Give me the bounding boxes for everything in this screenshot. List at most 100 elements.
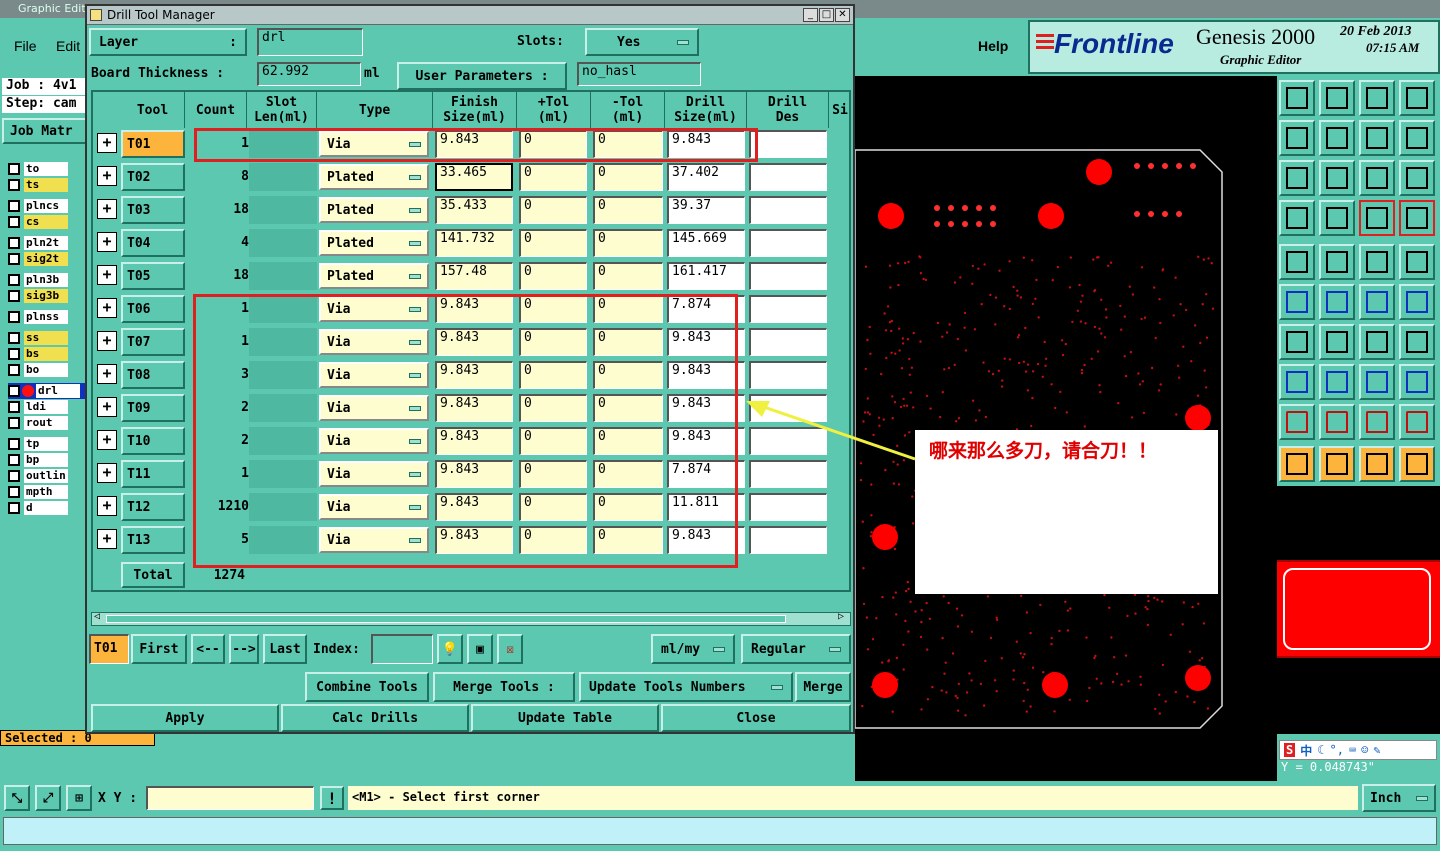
tool-id[interactable]: T06 — [121, 295, 185, 323]
plus-tol-input[interactable]: 0 — [519, 229, 587, 257]
combine-tools-button[interactable]: Combine Tools — [305, 672, 429, 702]
dialog-title-bar[interactable]: Drill Tool Manager _ □ ✕ — [87, 6, 853, 25]
finish-size-input[interactable]: 33.465 — [435, 163, 513, 191]
expand-icon[interactable]: + — [97, 397, 117, 417]
drill-size-input[interactable]: 161.417 — [667, 262, 745, 290]
drill-des-input[interactable] — [749, 493, 827, 521]
drill-size-input[interactable]: 39.37 — [667, 196, 745, 224]
last-button[interactable]: Last — [263, 634, 307, 664]
finish-size-input[interactable]: 157.48 — [435, 262, 513, 290]
drill-des-input[interactable] — [749, 526, 827, 554]
tool-id[interactable]: T08 — [121, 361, 185, 389]
drill-size-input[interactable]: 37.402 — [667, 163, 745, 191]
thickness-input[interactable]: 62.992 — [257, 62, 361, 86]
layers-b-icon[interactable] — [1399, 200, 1435, 236]
node-icon[interactable] — [1279, 284, 1315, 320]
layer-row-plnss[interactable]: plnss — [8, 309, 88, 325]
expand-icon[interactable]: + — [97, 265, 117, 285]
layer-row-bp[interactable]: bp — [8, 452, 88, 468]
layer-checkbox[interactable] — [8, 438, 20, 450]
plus-tol-input[interactable]: 0 — [519, 262, 587, 290]
cluster-icon[interactable] — [1399, 364, 1435, 400]
tool-id[interactable]: T02 — [121, 163, 185, 191]
scale-icon[interactable] — [1359, 160, 1395, 196]
layer-row-tp[interactable]: tp — [8, 436, 88, 452]
grid-icon[interactable] — [1319, 200, 1355, 236]
layer-checkbox[interactable] — [8, 290, 20, 302]
copy-down-icon[interactable] — [1319, 80, 1355, 116]
layer-row-plncs[interactable]: plncs — [8, 198, 88, 214]
drill-des-input[interactable] — [749, 328, 827, 356]
slots-select[interactable]: Yes — [585, 28, 699, 56]
angle-icon[interactable] — [1279, 324, 1315, 360]
next-button[interactable]: --> — [229, 634, 259, 664]
layer-row-d[interactable]: d — [8, 500, 88, 516]
unit-select[interactable]: Inch — [1362, 784, 1436, 812]
scroll-right-icon[interactable]: ▷ — [838, 611, 844, 622]
center-icon[interactable] — [1319, 160, 1355, 196]
layer-checkbox[interactable] — [8, 348, 20, 360]
tool-id[interactable]: T13 — [121, 526, 185, 554]
layer-checkbox[interactable] — [8, 502, 20, 514]
ime-mode[interactable]: 中 — [1300, 742, 1312, 759]
layer-row-ts[interactable]: ts — [8, 177, 88, 193]
command-line[interactable] — [3, 817, 1437, 845]
type-select[interactable]: Plated — [319, 263, 429, 289]
drill-des-input[interactable] — [749, 295, 827, 323]
measure-icon[interactable] — [1279, 200, 1315, 236]
layer-row-ldi[interactable]: ldi — [8, 399, 88, 415]
mode-select[interactable]: Regular — [741, 634, 851, 664]
tool-id[interactable]: T09 — [121, 394, 185, 422]
layer-row-pln3b[interactable]: pln3b — [8, 272, 88, 288]
tool-id[interactable]: T01 — [121, 130, 185, 158]
route-icon[interactable] — [1399, 120, 1435, 156]
minus-tol-input[interactable]: 0 — [593, 196, 663, 224]
ime-toolbar[interactable]: S 中 ☾ °, ⌨ ☺ ✎ — [1279, 740, 1437, 760]
scrollbar-thumb[interactable] — [106, 615, 786, 623]
finish-size-input[interactable]: 35.433 — [435, 196, 513, 224]
type-select[interactable]: Plated — [319, 197, 429, 223]
layer-row-rout[interactable]: rout — [8, 415, 88, 431]
layer-row-sig3b[interactable]: sig3b — [8, 288, 88, 304]
expand-icon[interactable]: + — [97, 166, 117, 186]
zoom-fit-icon[interactable]: ⤡ — [4, 785, 30, 811]
plus-tol-input[interactable]: 0 — [519, 163, 587, 191]
layer-checkbox[interactable] — [8, 274, 20, 286]
tool-id[interactable]: T05 — [121, 262, 185, 290]
expand-icon[interactable]: + — [97, 298, 117, 318]
line-icon[interactable] — [1319, 324, 1355, 360]
merge-button[interactable]: Merge — [795, 672, 851, 702]
tool-row[interactable]: + T04 4 Plated 141.732 0 0 145.669 — [91, 227, 851, 260]
flip-icon[interactable] — [1399, 324, 1435, 360]
finish-size-input[interactable]: 141.732 — [435, 229, 513, 257]
user-parameters-input[interactable]: no_hasl — [577, 62, 701, 86]
pad-add-icon[interactable] — [1279, 364, 1315, 400]
maximize-icon[interactable]: □ — [819, 8, 834, 22]
job-matrix-button[interactable]: Job Matr — [2, 118, 88, 144]
tool-row[interactable]: + T02 8 Plated 33.465 0 0 37.402 — [91, 161, 851, 194]
expand-icon[interactable]: + — [97, 463, 117, 483]
layer-checkbox[interactable] — [8, 200, 20, 212]
close-icon[interactable]: ✕ — [835, 8, 850, 22]
expand-icon[interactable]: + — [97, 364, 117, 384]
layer-checkbox[interactable] — [8, 385, 20, 397]
copy-up-icon[interactable] — [1279, 80, 1315, 116]
tool-row[interactable]: + T03 18 Plated 35.433 0 0 39.37 — [91, 194, 851, 227]
menu-file[interactable]: File — [14, 38, 37, 54]
layer-row-to[interactable]: to — [8, 161, 88, 177]
connect-icon[interactable] — [1359, 284, 1395, 320]
home-icon[interactable] — [1359, 80, 1395, 116]
circle-icon[interactable] — [1399, 244, 1435, 280]
expand-icon[interactable]: + — [97, 430, 117, 450]
shape-icon[interactable] — [1319, 244, 1355, 280]
expand-icon[interactable]: + — [97, 331, 117, 351]
layer-row-outlin[interactable]: outlin — [8, 468, 88, 484]
arc-icon[interactable] — [1359, 324, 1395, 360]
bar-icon[interactable] — [1319, 364, 1355, 400]
layer-row-sig2t[interactable]: sig2t — [8, 251, 88, 267]
tool-id[interactable]: T03 — [121, 196, 185, 224]
expand-icon[interactable]: + — [97, 232, 117, 252]
layer-checkbox[interactable] — [8, 401, 20, 413]
scroll-left-icon[interactable]: ◁ — [94, 611, 100, 622]
help-icon[interactable] — [1399, 160, 1435, 196]
